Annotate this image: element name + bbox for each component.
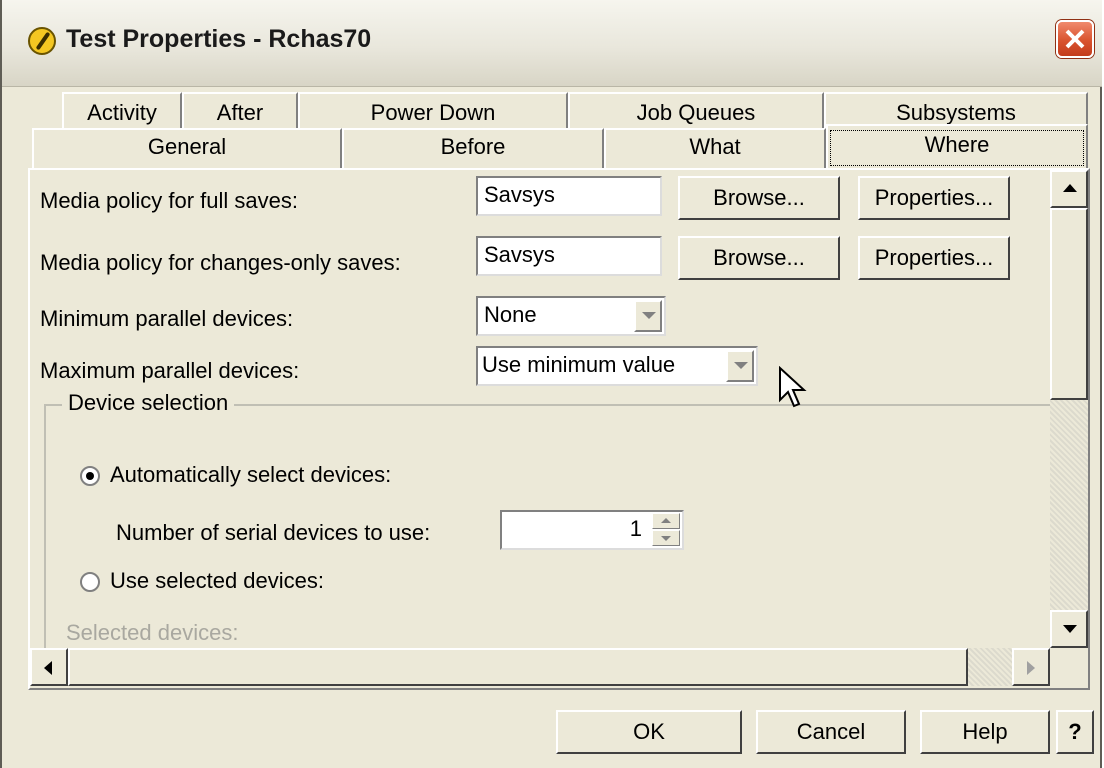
use-selected-label: Use selected devices: [110,568,324,593]
properties-full-button[interactable]: Properties... [858,176,1010,220]
horizontal-scrollbar[interactable] [30,648,1050,686]
spin-up-icon[interactable] [652,513,680,529]
tab-before[interactable]: Before [342,128,604,168]
panel-content: Media policy for full saves: Savsys Brow… [30,170,1050,648]
cancel-button[interactable]: Cancel [756,710,906,754]
tab-activity[interactable]: Activity [62,92,182,132]
tab-where[interactable]: Where [826,124,1088,168]
serial-devices-spinner[interactable]: 1 [500,510,684,550]
tab-after[interactable]: After [182,92,298,132]
use-selected-radio[interactable] [80,572,100,592]
close-button[interactable] [1056,20,1094,58]
tab-general[interactable]: General [32,128,342,168]
tab-panel-where: Media policy for full saves: Savsys Brow… [28,168,1090,690]
serial-devices-value: 1 [629,516,642,541]
changes-saves-label: Media policy for changes-only saves: [40,250,401,275]
min-parallel-label: Minimum parallel devices: [40,306,294,331]
scroll-up-icon[interactable] [1050,170,1088,208]
max-parallel-select[interactable]: Use minimum value [476,346,758,386]
title-bar[interactable]: Test Properties - Rchas70 [2,0,1102,87]
tab-focus-rect [830,130,1084,166]
mouse-cursor-icon [779,366,807,408]
tab-job-queues[interactable]: Job Queues [568,92,824,132]
close-icon [1065,29,1085,49]
properties-changes-button[interactable]: Properties... [858,236,1010,280]
auto-select-label: Automatically select devices: [110,462,392,487]
max-parallel-label: Maximum parallel devices: [40,358,300,383]
browse-changes-button[interactable]: Browse... [678,236,840,280]
tab-power-down[interactable]: Power Down [298,92,568,132]
min-parallel-value: None [484,302,537,327]
spin-down-icon[interactable] [652,530,680,546]
scrollbar-corner [1050,648,1088,686]
window-title: Test Properties - Rchas70 [66,25,372,53]
vertical-scrollbar[interactable] [1050,170,1088,648]
full-saves-label: Media policy for full saves: [40,188,298,213]
tab-what[interactable]: What [604,128,826,168]
ok-button[interactable]: OK [556,710,742,754]
scroll-left-icon[interactable] [30,648,68,686]
whats-this-button[interactable]: ? [1056,710,1094,754]
serial-devices-label: Number of serial devices to use: [116,520,431,545]
help-button[interactable]: Help [920,710,1050,754]
chevron-down-icon[interactable] [726,350,754,382]
changes-saves-input[interactable]: Savsys [476,236,662,276]
properties-dialog: Test Properties - Rchas70 Activity After… [0,0,1102,768]
auto-select-radio[interactable] [80,466,100,486]
device-selection-title: Device selection [62,390,235,416]
selected-devices-label: Selected devices: [66,620,239,645]
scroll-down-icon[interactable] [1050,610,1088,648]
horizontal-scroll-thumb[interactable] [68,648,968,686]
min-parallel-select[interactable]: None [476,296,666,336]
scroll-right-icon[interactable] [1012,648,1050,686]
full-saves-input[interactable]: Savsys [476,176,662,216]
app-icon [28,27,56,55]
chevron-down-icon[interactable] [634,300,662,332]
vertical-scroll-thumb[interactable] [1050,208,1088,400]
browse-full-button[interactable]: Browse... [678,176,840,220]
max-parallel-value: Use minimum value [482,352,676,377]
